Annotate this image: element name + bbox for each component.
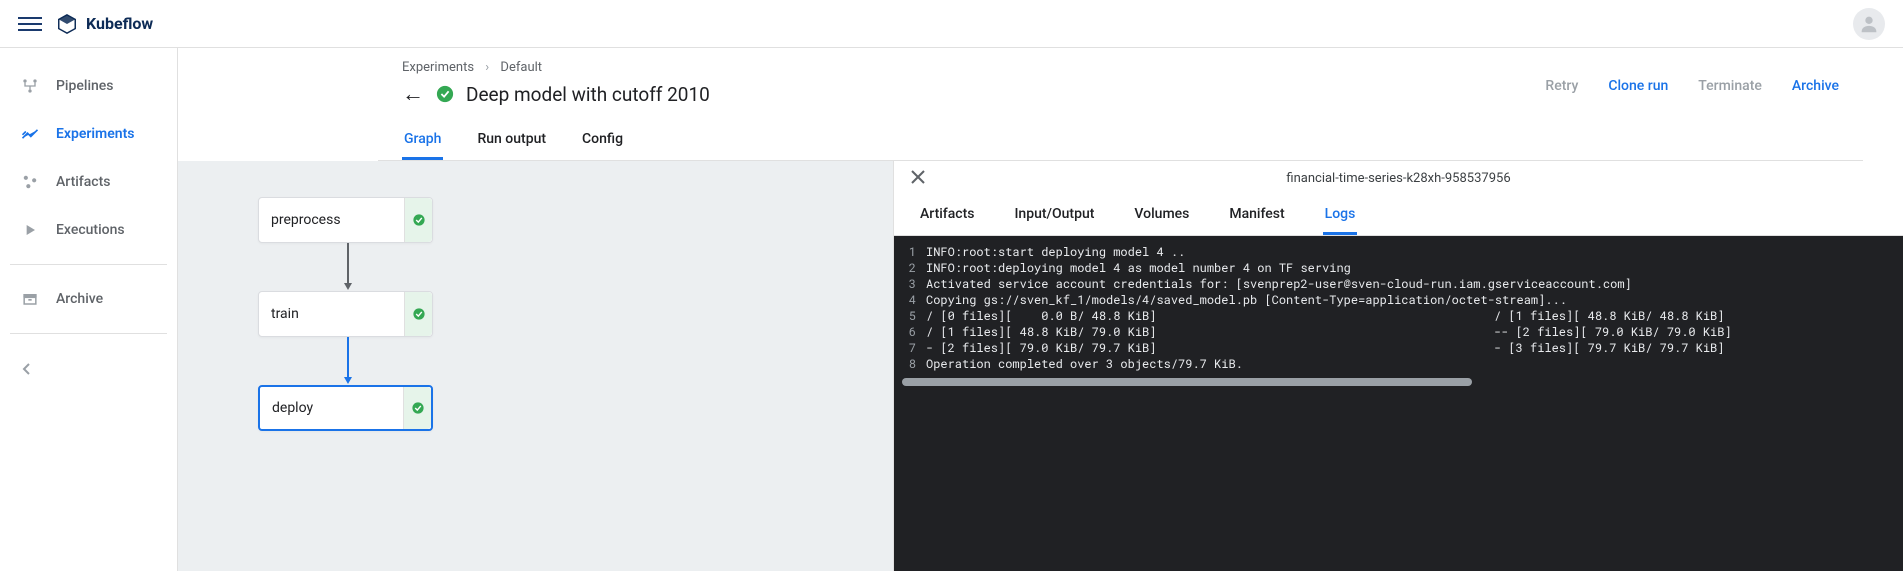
graph-canvas[interactable]: preprocess train [178, 161, 893, 571]
log-line-number: 2 [902, 260, 926, 276]
sidebar-item-label: Executions [56, 222, 125, 238]
log-line-text-right: -- [2 files][ 79.0 KiB/ 79.0 KiB] [1494, 324, 1732, 340]
chevron-left-icon [22, 362, 32, 376]
sidebar-divider [10, 264, 167, 265]
log-line: 2INFO:root:deploying model 4 as model nu… [902, 260, 1895, 276]
graph-node-train[interactable]: train [258, 291, 433, 337]
log-line-text: / [0 files][ 0.0 B/ 48.8 KiB] [926, 308, 1895, 324]
tab-graph[interactable]: Graph [402, 123, 443, 160]
panel-tab-logs[interactable]: Logs [1323, 196, 1358, 235]
main-tabs: Graph Run output Config [402, 123, 1839, 160]
sidebar-item-archive[interactable]: Archive [0, 275, 177, 323]
log-line-number: 8 [902, 356, 926, 372]
log-line-number: 4 [902, 292, 926, 308]
sidebar-item-executions[interactable]: Executions [0, 206, 177, 254]
panel-tab-manifest[interactable]: Manifest [1227, 196, 1286, 235]
breadcrumb-parent[interactable]: Experiments [402, 60, 474, 75]
terminate-button: Terminate [1698, 78, 1762, 94]
tab-config[interactable]: Config [580, 123, 625, 160]
pipelines-icon [20, 76, 40, 96]
close-panel-button[interactable] [910, 168, 926, 190]
kubeflow-logo-icon [56, 13, 78, 35]
experiments-icon [20, 124, 40, 144]
check-circle-icon [412, 307, 426, 321]
log-line-number: 3 [902, 276, 926, 292]
check-circle-icon [412, 213, 426, 227]
close-icon [910, 169, 926, 185]
log-line: 8Operation completed over 3 objects/79.7… [902, 356, 1895, 372]
archive-icon [20, 289, 40, 309]
artifacts-icon [20, 172, 40, 192]
edge-arrow-icon [342, 337, 354, 385]
chevron-right-icon: › [485, 60, 489, 75]
sidebar-item-label: Pipelines [56, 78, 114, 94]
check-circle-icon [411, 401, 425, 415]
breadcrumb-current[interactable]: Default [500, 60, 542, 75]
node-status-success [404, 292, 432, 336]
retry-button: Retry [1545, 78, 1578, 94]
node-label: preprocess [271, 212, 341, 228]
logs-viewer[interactable]: 1INFO:root:start deploying model 4 ..2IN… [894, 236, 1903, 571]
log-line-number: 6 [902, 324, 926, 340]
executions-icon [20, 220, 40, 240]
person-icon [1858, 13, 1880, 35]
breadcrumb: Experiments › Default [402, 60, 710, 75]
log-line-number: 7 [902, 340, 926, 356]
log-line-text: Copying gs://sven_kf_1/models/4/saved_mo… [926, 292, 1895, 308]
sidebar: Pipelines Experiments Artifacts Executio… [0, 48, 178, 571]
sidebar-item-label: Artifacts [56, 174, 110, 190]
log-line-number: 5 [902, 308, 926, 324]
sidebar-item-pipelines[interactable]: Pipelines [0, 62, 177, 110]
sidebar-item-label: Archive [56, 291, 103, 307]
topbar: Kubeflow [0, 0, 1903, 48]
side-panel: financial-time-series-k28xh-958537956 Ar… [893, 161, 1903, 571]
panel-tab-io[interactable]: Input/Output [1012, 196, 1096, 235]
log-line-text: - [2 files][ 79.0 KiB/ 79.7 KiB] [926, 340, 1895, 356]
panel-tab-volumes[interactable]: Volumes [1132, 196, 1191, 235]
log-line: 1INFO:root:start deploying model 4 .. [902, 244, 1895, 260]
brand-text: Kubeflow [86, 14, 153, 33]
log-line-text-right: / [1 files][ 48.8 KiB/ 48.8 KiB] [1494, 308, 1724, 324]
user-avatar[interactable] [1853, 8, 1885, 40]
log-line: 7- [2 files][ 79.0 KiB/ 79.7 KiB]- [3 fi… [902, 340, 1895, 356]
status-success-icon [436, 85, 454, 103]
graph-node-deploy[interactable]: deploy [258, 385, 433, 431]
log-line: 4Copying gs://sven_kf_1/models/4/saved_m… [902, 292, 1895, 308]
log-line: 3Activated service account credentials f… [902, 276, 1895, 292]
sidebar-divider [10, 333, 167, 334]
panel-tab-artifacts[interactable]: Artifacts [918, 196, 976, 235]
edge-arrow-icon [342, 243, 354, 291]
sidebar-item-label: Experiments [56, 126, 134, 142]
log-line-text: / [1 files][ 48.8 KiB/ 79.0 KiB] [926, 324, 1895, 340]
hamburger-menu-icon[interactable] [18, 12, 42, 36]
log-line-text: Operation completed over 3 objects/79.7 … [926, 356, 1895, 372]
graph-node-preprocess[interactable]: preprocess [258, 197, 433, 243]
sidebar-item-experiments[interactable]: Experiments [0, 110, 177, 158]
log-line: 5/ [0 files][ 0.0 B/ 48.8 KiB]/ [1 files… [902, 308, 1895, 324]
archive-button[interactable]: Archive [1792, 78, 1839, 94]
node-status-success [403, 387, 431, 429]
node-label: deploy [272, 400, 313, 416]
action-bar: Retry Clone run Terminate Archive [1545, 60, 1839, 94]
tab-run-output[interactable]: Run output [475, 123, 548, 160]
clone-run-button[interactable]: Clone run [1608, 78, 1668, 94]
main-content: Experiments › Default ← Deep model with … [178, 48, 1903, 571]
log-line-text: INFO:root:deploying model 4 as model num… [926, 260, 1895, 276]
sidebar-item-artifacts[interactable]: Artifacts [0, 158, 177, 206]
page-title: Deep model with cutoff 2010 [466, 83, 710, 106]
brand-logo[interactable]: Kubeflow [56, 13, 153, 35]
back-arrow-icon[interactable]: ← [402, 81, 424, 107]
node-status-success [404, 198, 432, 242]
panel-tabs: Artifacts Input/Output Volumes Manifest … [894, 196, 1903, 236]
log-line: 6/ [1 files][ 48.8 KiB/ 79.0 KiB]-- [2 f… [902, 324, 1895, 340]
panel-title: financial-time-series-k28xh-958537956 [1286, 171, 1510, 186]
node-label: train [271, 306, 299, 322]
sidebar-collapse-button[interactable] [0, 344, 177, 398]
horizontal-scrollbar[interactable] [902, 378, 1472, 386]
log-line-text: Activated service account credentials fo… [926, 276, 1895, 292]
log-line-text-right: - [3 files][ 79.7 KiB/ 79.7 KiB] [1494, 340, 1724, 356]
log-line-number: 1 [902, 244, 926, 260]
log-line-text: INFO:root:start deploying model 4 .. [926, 244, 1895, 260]
